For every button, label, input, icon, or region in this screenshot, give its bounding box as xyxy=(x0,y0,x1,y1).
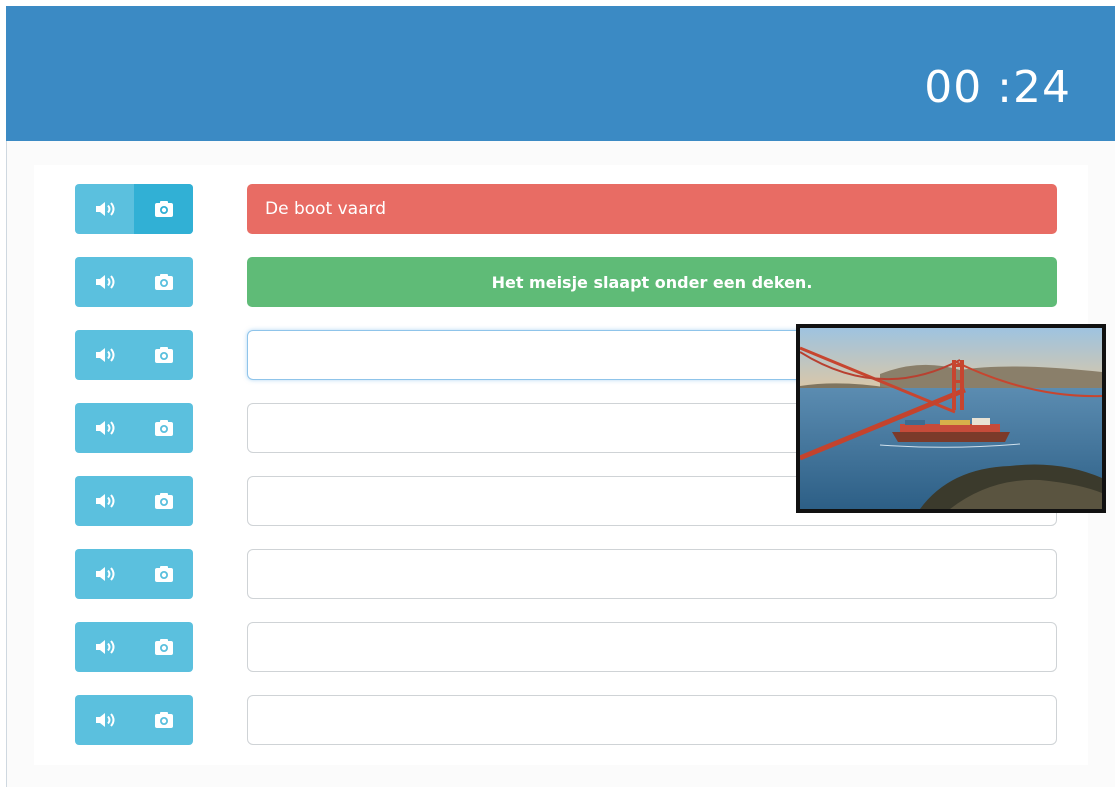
show-image-button[interactable] xyxy=(134,549,193,599)
media-button-group xyxy=(75,257,193,307)
answer-input-field[interactable] xyxy=(247,695,1057,745)
show-image-button[interactable] xyxy=(134,403,193,453)
play-audio-button[interactable] xyxy=(75,257,134,307)
speaker-icon xyxy=(95,713,114,727)
play-audio-button[interactable] xyxy=(75,184,134,234)
camera-icon xyxy=(154,201,173,217)
speaker-icon xyxy=(95,348,114,362)
header-bar: 00 :24 xyxy=(6,6,1115,141)
camera-icon xyxy=(154,639,173,655)
answer-correct: Het meisje slaapt onder een deken. xyxy=(247,257,1057,307)
camera-icon xyxy=(154,274,173,290)
image-popup xyxy=(796,324,1106,513)
media-button-group xyxy=(75,330,193,380)
media-button-group xyxy=(75,695,193,745)
play-audio-button[interactable] xyxy=(75,403,134,453)
camera-icon xyxy=(154,493,173,509)
media-button-group xyxy=(75,476,193,526)
answer-input[interactable] xyxy=(248,550,1056,598)
speaker-icon xyxy=(95,202,114,216)
answer-text: De boot vaard xyxy=(265,199,386,219)
answer-input[interactable] xyxy=(248,696,1056,744)
speaker-icon xyxy=(95,567,114,581)
play-audio-button[interactable] xyxy=(75,330,134,380)
timer: 00 :24 xyxy=(924,62,1071,113)
play-audio-button[interactable] xyxy=(75,549,134,599)
answer-input-field[interactable] xyxy=(247,622,1057,672)
media-button-group xyxy=(75,403,193,453)
answer-text: Het meisje slaapt onder een deken. xyxy=(491,272,813,292)
show-image-button[interactable] xyxy=(134,476,193,526)
camera-icon xyxy=(154,347,173,363)
answer-input-field[interactable] xyxy=(247,549,1057,599)
show-image-button[interactable] xyxy=(134,330,193,380)
answer-input[interactable] xyxy=(248,623,1056,671)
speaker-icon xyxy=(95,640,114,654)
show-image-button[interactable] xyxy=(134,622,193,672)
camera-icon xyxy=(154,420,173,436)
speaker-icon xyxy=(95,275,114,289)
media-button-group xyxy=(75,549,193,599)
media-button-group xyxy=(75,184,193,234)
bridge-photo xyxy=(800,328,1102,509)
show-image-button[interactable] xyxy=(134,695,193,745)
media-button-group xyxy=(75,622,193,672)
camera-icon xyxy=(154,566,173,582)
show-image-button[interactable] xyxy=(134,257,193,307)
play-audio-button[interactable] xyxy=(75,476,134,526)
answer-wrong: De boot vaard xyxy=(247,184,1057,234)
camera-icon xyxy=(154,712,173,728)
speaker-icon xyxy=(95,494,114,508)
speaker-icon xyxy=(95,421,114,435)
play-audio-button[interactable] xyxy=(75,695,134,745)
play-audio-button[interactable] xyxy=(75,622,134,672)
show-image-button[interactable] xyxy=(134,184,193,234)
